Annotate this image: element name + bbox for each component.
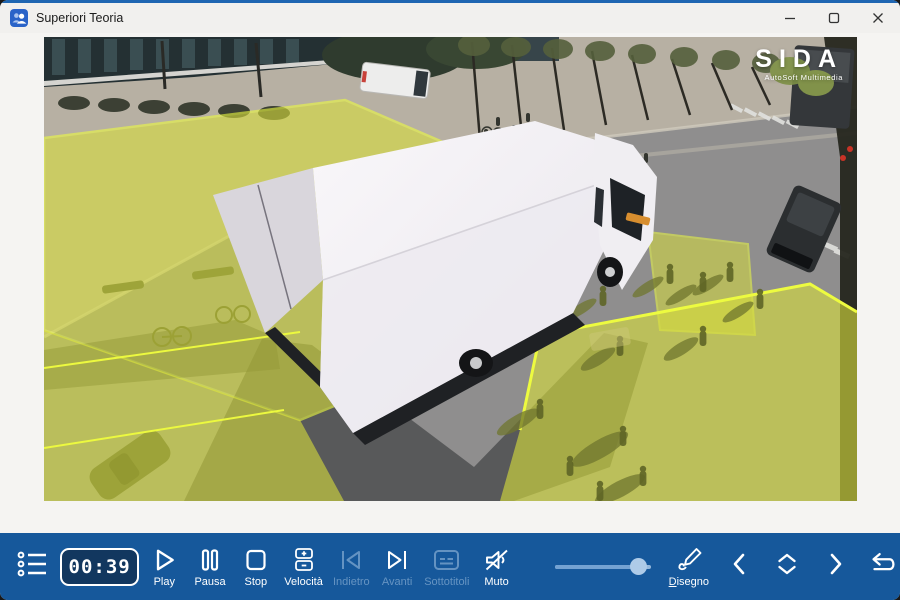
play-icon [151,546,177,573]
play-button[interactable]: Play [141,546,187,588]
volume-fill [555,565,637,569]
previous-button: Indietro [328,546,374,588]
video-player: SIDA AutoSoft Multimedia [44,37,857,501]
content-area: SIDA AutoSoft Multimedia [0,33,900,533]
people-icon [10,9,28,27]
sida-logo-text: SIDA [755,47,843,72]
stop-button[interactable]: Stop [233,546,279,588]
pause-button[interactable]: Pausa [187,546,233,588]
nav-previous-button[interactable] [723,544,755,590]
video-scene [44,37,857,501]
speed-icon [292,546,316,573]
skip-back-icon [338,546,364,573]
close-button[interactable] [856,3,900,33]
maximize-button[interactable] [812,3,856,33]
title-bar: Superiori Teoria [0,3,900,33]
subtitles-button: Sottotitoli [420,546,474,588]
mute-button[interactable]: Muto [474,546,520,588]
player-toolbar: 00:39 Play Pausa Stop [0,533,900,600]
tail-light [847,146,853,152]
subtitles-icon [433,546,460,573]
draw-label-accel: D [669,576,677,588]
window-title: Superiori Teoria [36,11,123,25]
app-window: Superiori Teoria [0,0,900,600]
sida-watermark: SIDA AutoSoft Multimedia [755,47,843,82]
timer-value: 00:39 [69,556,131,578]
volume-thumb[interactable] [630,558,647,575]
chevron-left-icon [729,551,749,582]
return-arrow-icon [866,551,898,582]
tail-light [840,155,846,161]
draw-button[interactable]: Disegno [663,546,715,588]
minimize-button[interactable] [768,3,812,33]
timer-display: 00:39 [60,548,140,586]
list-icon [17,549,49,584]
speed-button[interactable]: Velocità [279,546,329,588]
volume-slider[interactable] [555,557,651,577]
chevron-up-down-icon [774,550,800,583]
nav-expand-button[interactable] [772,544,804,590]
sida-logo-subtitle: AutoSoft Multimedia [755,74,843,82]
pause-icon [198,546,222,573]
skip-forward-icon [384,546,410,573]
return-button[interactable] [864,544,900,590]
stop-icon [244,546,268,573]
chevron-right-icon [826,551,846,582]
draw-label: isegno [677,576,709,588]
pen-scribble-icon [675,546,703,573]
speaker-muted-icon [484,546,510,573]
nav-next-button[interactable] [820,544,852,590]
index-menu-button[interactable] [14,544,52,590]
next-button: Avanti [374,546,420,588]
